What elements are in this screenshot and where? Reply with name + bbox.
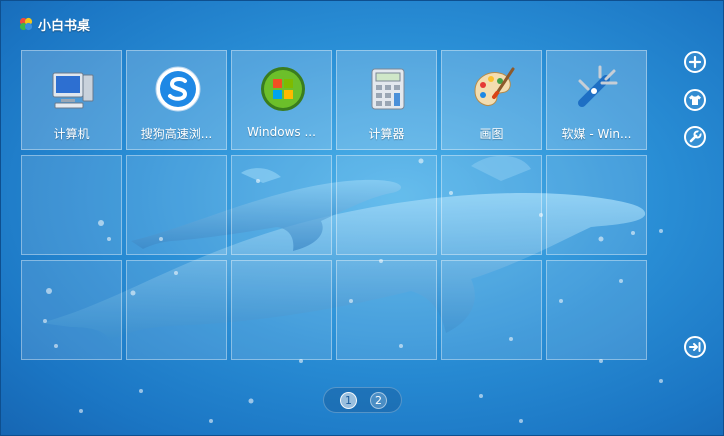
desktop-window: 小白书桌 计算机 搜狗高速浏... Windows ... 计算器 画图 软媒 …: [0, 0, 724, 436]
collapse-to-edge-icon: [689, 342, 701, 352]
empty-slot[interactable]: [441, 155, 542, 255]
change-skin-button[interactable]: [684, 89, 706, 111]
empty-slot[interactable]: [126, 155, 227, 255]
shortcut-label: 计算器: [368, 127, 405, 141]
empty-slot[interactable]: [21, 155, 122, 255]
empty-slot[interactable]: [21, 260, 122, 360]
wrench-settings-icon: [689, 130, 702, 143]
shortcut-label: 计算机: [53, 127, 90, 141]
add-shortcut-button[interactable]: [684, 51, 706, 73]
page-switcher: 1 2: [323, 387, 402, 413]
empty-slot[interactable]: [546, 155, 647, 255]
empty-slot[interactable]: [231, 260, 332, 360]
empty-slot[interactable]: [441, 260, 542, 360]
paint-palette-icon: [474, 67, 515, 106]
shortcut-computer[interactable]: 计算机: [21, 50, 122, 150]
dock-to-edge-button[interactable]: [684, 336, 706, 358]
empty-slot[interactable]: [336, 260, 437, 360]
shortcut-ruanmei-tools[interactable]: 软媒 - Win...: [546, 50, 647, 150]
shortcut-windows-media-player[interactable]: Windows ...: [231, 50, 332, 150]
empty-slot[interactable]: [546, 260, 647, 360]
shortcut-label: 软媒 - Win...: [561, 127, 632, 141]
tshirt-skin-icon: [689, 95, 701, 105]
shortcut-grid: 计算机 搜狗高速浏... Windows ... 计算器 画图 软媒 - Win…: [1, 1, 723, 435]
computer-icon: [52, 72, 94, 109]
calculator-icon: [371, 68, 405, 110]
windows-media-player-icon: [261, 67, 305, 111]
empty-slot[interactable]: [336, 155, 437, 255]
plus-icon: [688, 55, 702, 69]
page-button-2[interactable]: 2: [370, 392, 387, 409]
shortcut-label: 画图: [479, 127, 504, 141]
empty-slot[interactable]: [126, 260, 227, 360]
shortcut-label: Windows ...: [247, 125, 316, 139]
shortcut-calculator[interactable]: 计算器: [336, 50, 437, 150]
page-button-1[interactable]: 1: [340, 392, 357, 409]
shortcut-sogou-browser[interactable]: 搜狗高速浏...: [126, 50, 227, 150]
shortcut-label: 搜狗高速浏...: [140, 127, 213, 141]
sogou-browser-icon: [155, 66, 201, 112]
settings-button[interactable]: [684, 126, 706, 148]
empty-slot[interactable]: [231, 155, 332, 255]
ruanmei-tools-icon: [578, 65, 618, 107]
shortcut-paint[interactable]: 画图: [441, 50, 542, 150]
